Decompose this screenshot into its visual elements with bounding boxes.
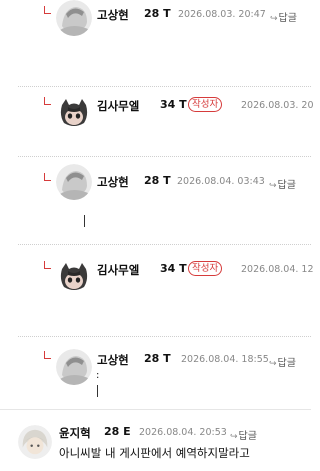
text-cursor	[84, 215, 85, 227]
comment-date: 2026.08.03. 20	[241, 100, 314, 111]
reply-button[interactable]: ↪답글	[269, 354, 296, 369]
comment-item: 고상현 28 T 2026.08.04. 03:43 ↪답글	[0, 157, 311, 241]
reply-icon: ↪	[269, 181, 277, 191]
avatar[interactable]	[56, 259, 92, 295]
comment-date: 2026.08.04. 03:43	[177, 176, 265, 187]
reply-button[interactable]: ↪답글	[230, 427, 257, 442]
comment-text: 아니씨발 내 게시판에서 예역하지말라고	[59, 446, 250, 460]
reply-arrow-icon	[44, 351, 51, 359]
avatar[interactable]	[56, 0, 92, 36]
comment-item: 고상현 28 T 2026.08.04. 18:55 ↪답글 :	[0, 337, 311, 407]
reply-arrow-icon	[44, 97, 51, 105]
author-badge: 작성자	[188, 97, 223, 112]
comment-date: 2026.08.03. 20:47	[178, 9, 266, 20]
comment-item: 김사무엘 34 T 작성자 2026.08.04. 12	[0, 245, 314, 329]
comment-author[interactable]: 고상현	[97, 7, 129, 23]
avatar[interactable]	[56, 349, 92, 385]
reply-arrow-icon	[44, 261, 51, 269]
comment-date: 2026.08.04. 20:53	[139, 427, 227, 438]
reply-label: 답글	[238, 431, 257, 442]
reply-arrow-icon	[44, 6, 51, 14]
comment-author[interactable]: 김사무엘	[97, 262, 139, 278]
comment-author[interactable]: 고상현	[97, 352, 129, 368]
reply-label: 답글	[278, 13, 297, 24]
comment-date: 2026.08.04. 18:55	[181, 354, 269, 365]
comment-author[interactable]: 윤지혁	[59, 425, 91, 441]
comment-author[interactable]: 고상현	[97, 174, 129, 190]
comment-level: 28 T	[144, 7, 171, 20]
comment-item: 고상현 28 T 2026.08.03. 20:47 ↪답글	[0, 0, 311, 84]
comment-level: 28 T	[144, 174, 171, 187]
reply-icon: ↪	[270, 14, 278, 24]
reply-label: 답글	[277, 358, 296, 369]
comment-level: 34 T	[160, 98, 187, 111]
avatar[interactable]	[18, 425, 52, 459]
text-cursor	[97, 385, 98, 397]
reply-icon: ↪	[269, 359, 277, 369]
comment-item: 윤지혁 28 E 2026.08.04. 20:53 ↪답글 아니씨발 내 게시…	[0, 410, 311, 471]
avatar[interactable]	[56, 95, 92, 131]
comment-date: 2026.08.04. 12	[241, 264, 314, 275]
reply-label: 답글	[277, 180, 296, 191]
comment-level: 34 T	[160, 262, 187, 275]
comment-level: 28 E	[104, 425, 131, 438]
comment-text: :	[96, 370, 100, 381]
author-badge: 작성자	[188, 261, 223, 276]
avatar[interactable]	[56, 164, 92, 200]
reply-arrow-icon	[44, 173, 51, 181]
comment-level: 28 T	[144, 352, 171, 365]
reply-button[interactable]: ↪답글	[270, 9, 297, 24]
reply-icon: ↪	[230, 432, 238, 442]
comment-author[interactable]: 김사무엘	[97, 98, 139, 114]
reply-button[interactable]: ↪답글	[269, 176, 296, 191]
